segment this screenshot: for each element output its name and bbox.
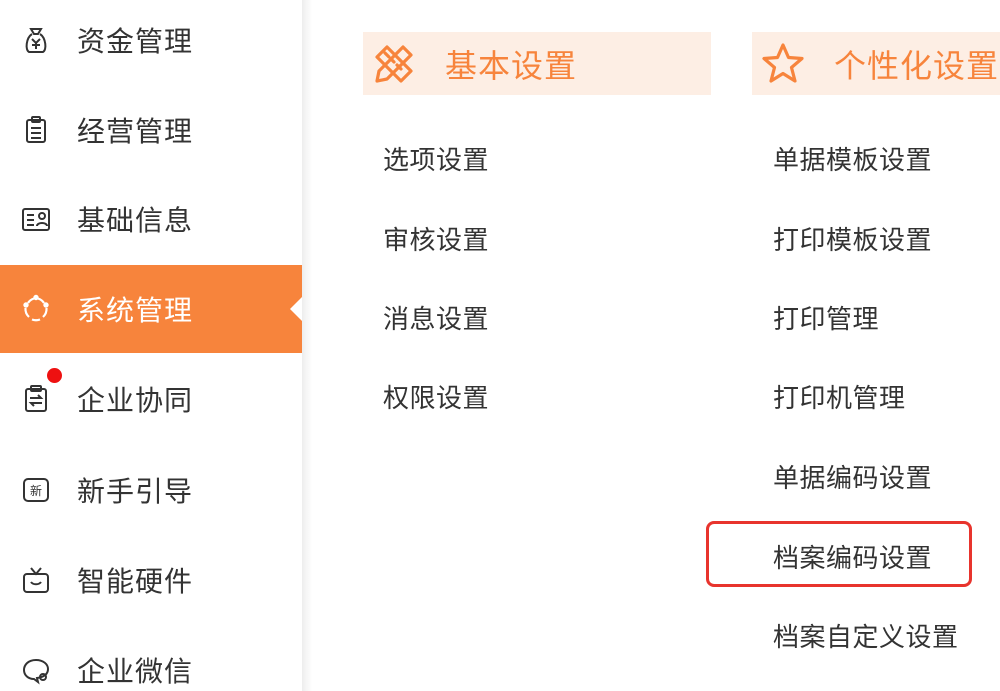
link-permission-settings[interactable]: 权限设置 [383, 378, 489, 415]
sidebar-item-label: 经营管理 [77, 115, 194, 148]
highlight-box [706, 521, 972, 587]
sidebar-item-wechat[interactable]: 企业微信 [0, 626, 302, 691]
sidebar-item-hardware[interactable]: 智能硬件 [0, 536, 302, 624]
tv-device-icon [21, 565, 51, 595]
pencil-ruler-icon [375, 44, 413, 83]
link-print-management[interactable]: 打印管理 [773, 299, 879, 336]
sidebar: 资金管理 经营管理 基础信息 系统管理 企业协同 新 新手引导 智能硬件 企业微… [0, 0, 302, 691]
sidebar-item-label: 基础信息 [77, 204, 194, 237]
sidebar-item-label: 新手引导 [77, 475, 194, 508]
link-archive-custom-settings[interactable]: 档案自定义设置 [773, 617, 959, 654]
basic-settings-header: 基本设置 [363, 32, 711, 95]
personal-settings-header: 个性化设置 [752, 32, 1000, 95]
sidebar-item-label: 系统管理 [77, 294, 194, 327]
sidebar-item-label: 智能硬件 [77, 565, 194, 598]
sidebar-item-system[interactable]: 系统管理 [0, 265, 302, 353]
notification-dot [47, 368, 62, 383]
sidebar-item-funds[interactable]: 资金管理 [0, 0, 302, 84]
sync-clipboard-icon [21, 384, 51, 414]
sidebar-item-collaboration[interactable]: 企业协同 [0, 355, 302, 443]
sidebar-item-operations[interactable]: 经营管理 [0, 86, 302, 174]
personal-settings-title: 个性化设置 [834, 46, 1000, 85]
link-printer-management[interactable]: 打印机管理 [773, 378, 906, 415]
new-badge-icon: 新 [21, 475, 51, 505]
sidebar-shadow [302, 0, 312, 691]
link-bill-template-settings[interactable]: 单据模板设置 [773, 140, 932, 177]
basic-settings-title: 基本设置 [445, 46, 578, 85]
system-circle-icon [21, 294, 51, 324]
link-print-template-settings[interactable]: 打印模板设置 [773, 220, 932, 257]
link-bill-code-settings[interactable]: 单据编码设置 [773, 458, 932, 495]
sidebar-item-label: 资金管理 [77, 25, 194, 58]
sidebar-item-label: 企业微信 [77, 655, 194, 688]
money-bag-icon [21, 25, 51, 55]
contact-card-icon [21, 204, 51, 234]
star-icon [762, 42, 804, 83]
active-pointer [290, 297, 302, 321]
clipboard-icon [21, 115, 51, 145]
svg-text:新: 新 [30, 483, 42, 498]
link-audit-settings[interactable]: 审核设置 [383, 220, 489, 257]
app-page: 资金管理 经营管理 基础信息 系统管理 企业协同 新 新手引导 智能硬件 企业微… [0, 0, 1000, 691]
sidebar-item-basic-info[interactable]: 基础信息 [0, 175, 302, 263]
link-options-settings[interactable]: 选项设置 [383, 140, 489, 177]
link-message-settings[interactable]: 消息设置 [383, 299, 489, 336]
sidebar-item-label: 企业协同 [77, 384, 194, 417]
sidebar-item-guide[interactable]: 新 新手引导 [0, 446, 302, 534]
chat-bubble-icon [21, 655, 51, 685]
